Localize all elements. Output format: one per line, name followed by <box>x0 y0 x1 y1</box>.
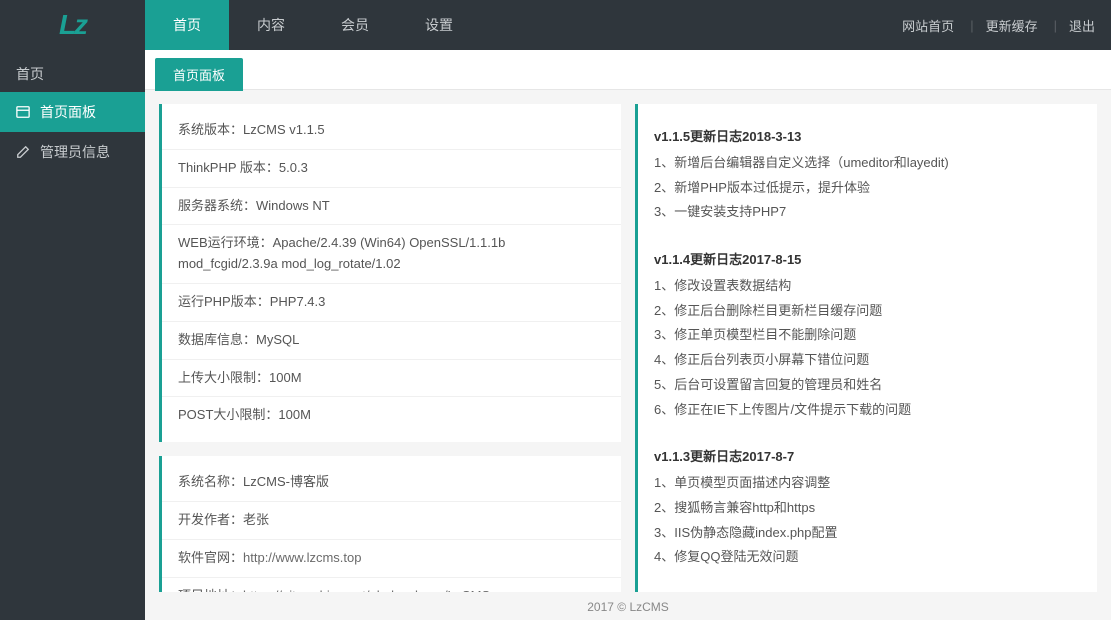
top-nav: 首页内容会员设置 <box>145 0 481 50</box>
changelog-block: v1.1.2更新日志2017-7-261、新增置顶功能2、图集多图上传支持多选上… <box>638 580 1097 592</box>
logo: Lz <box>0 9 145 41</box>
changelog-line: 2、搜狐畅言兼容http和https <box>654 496 1081 521</box>
changelog-line: 1、修改设置表数据结构 <box>654 274 1081 299</box>
changelog-block: v1.1.5更新日志2018-3-13 1、新增后台编辑器自定义选择（umedit… <box>638 112 1097 235</box>
sidebar-title: 首页 <box>0 50 145 92</box>
footer: 2017 © LzCMS <box>145 592 1111 620</box>
nav-item-0[interactable]: 首页 <box>145 0 229 50</box>
header-link-1[interactable]: 更新缓存 <box>974 0 1050 50</box>
edit-icon <box>16 145 30 159</box>
logo-text: Lz <box>59 9 86 41</box>
changelog-line: 1、单页模型页面描述内容调整 <box>654 471 1081 496</box>
sysinfo-row: ThinkPHP 版本：5.0.3 <box>162 150 621 188</box>
header: Lz 首页内容会员设置 网站首页|更新缓存|退出 <box>0 0 1111 50</box>
changelog-line: 5、后台可设置留言回复的管理员和姓名 <box>654 373 1081 398</box>
changelog-line: 1、新增后台编辑器自定义选择（umeditor和layedit) <box>654 151 1081 176</box>
tab-dashboard[interactable]: 首页面板 <box>155 58 243 91</box>
changelog-title: v1.1.4更新日志2017-8-15 <box>654 249 1081 268</box>
sidebar-item-1[interactable]: 管理员信息 <box>0 132 145 172</box>
about-link-site[interactable]: http://www.lzcms.top <box>243 550 361 565</box>
sidebar-item-label: 管理员信息 <box>40 142 110 162</box>
header-link-0[interactable]: 网站首页 <box>890 0 966 50</box>
changelog-line: 2、新增PHP版本过低提示，提升体验 <box>654 176 1081 201</box>
changelog-block: v1.1.4更新日志2017-8-15 1、修改设置表数据结构2、修正后台删除栏目… <box>638 235 1097 432</box>
changelog-line: 3、修正单页模型栏目不能删除问题 <box>654 323 1081 348</box>
footer-prefix: 2017 © <box>587 600 626 614</box>
sysinfo-row: POST大小限制：100M <box>162 397 621 434</box>
sidebar-item-0[interactable]: 首页面板 <box>0 92 145 132</box>
sysinfo-row: WEB运行环境：Apache/2.4.39 (Win64) OpenSSL/1.… <box>162 225 621 284</box>
header-link-2[interactable]: 退出 <box>1057 0 1107 50</box>
about-label: 系统名称： <box>178 474 243 489</box>
sidebar-item-label: 首页面板 <box>40 102 96 122</box>
tabbar: 首页面板 <box>145 50 1111 90</box>
sysinfo-row: 数据库信息：MySQL <box>162 322 621 360</box>
panel-icon <box>16 105 30 119</box>
changelog-line: 4、修正后台列表页小屏幕下错位问题 <box>654 348 1081 373</box>
about-row-repo: 项目地址：https://git.oschina.net/phplaozhang… <box>162 578 621 592</box>
nav-item-3[interactable]: 设置 <box>397 0 481 50</box>
sidebar: 首页 首页面板管理员信息 <box>0 50 145 620</box>
about-row-name: 系统名称：LzCMS-博客版 <box>162 464 621 502</box>
footer-link[interactable]: LzCMS <box>629 600 668 614</box>
changelog-title: v1.1.5更新日志2018-3-13 <box>654 126 1081 145</box>
panel-changelog: v1.1.5更新日志2018-3-13 1、新增后台编辑器自定义选择（umedit… <box>635 104 1097 592</box>
about-value: 老张 <box>243 512 269 527</box>
header-right: 网站首页|更新缓存|退出 <box>890 0 1111 50</box>
about-label: 软件官网： <box>178 550 243 565</box>
about-label: 开发作者： <box>178 512 243 527</box>
changelog-line: 3、一键安装支持PHP7 <box>654 200 1081 225</box>
main-content: 首页面板 系统版本：LzCMS v1.1.5ThinkPHP 版本：5.0.3服… <box>145 50 1111 620</box>
sysinfo-row: 服务器系统：Windows NT <box>162 188 621 226</box>
changelog-line: 4、修复QQ登陆无效问题 <box>654 545 1081 570</box>
sysinfo-row: 系统版本：LzCMS v1.1.5 <box>162 112 621 150</box>
changelog-line: 6、修正在IE下上传图片/文件提示下载的问题 <box>654 398 1081 423</box>
about-value: LzCMS-博客版 <box>243 474 329 489</box>
changelog-line: 2、修正后台删除栏目更新栏目缓存问题 <box>654 299 1081 324</box>
sysinfo-row: 运行PHP版本：PHP7.4.3 <box>162 284 621 322</box>
changelog-block: v1.1.3更新日志2017-8-7 1、单页模型页面描述内容调整2、搜狐畅言兼容… <box>638 432 1097 580</box>
about-row-site: 软件官网：http://www.lzcms.top <box>162 540 621 578</box>
panel-about: 系统名称：LzCMS-博客版开发作者：老张软件官网：http://www.lzc… <box>159 456 621 592</box>
changelog-line: 3、IIS伪静态隐藏index.php配置 <box>654 521 1081 546</box>
nav-item-2[interactable]: 会员 <box>313 0 397 50</box>
sysinfo-row: 上传大小限制：100M <box>162 360 621 398</box>
panel-system-info: 系统版本：LzCMS v1.1.5ThinkPHP 版本：5.0.3服务器系统：… <box>159 104 621 442</box>
about-row-author: 开发作者：老张 <box>162 502 621 540</box>
changelog-title: v1.1.3更新日志2017-8-7 <box>654 446 1081 465</box>
nav-item-1[interactable]: 内容 <box>229 0 313 50</box>
